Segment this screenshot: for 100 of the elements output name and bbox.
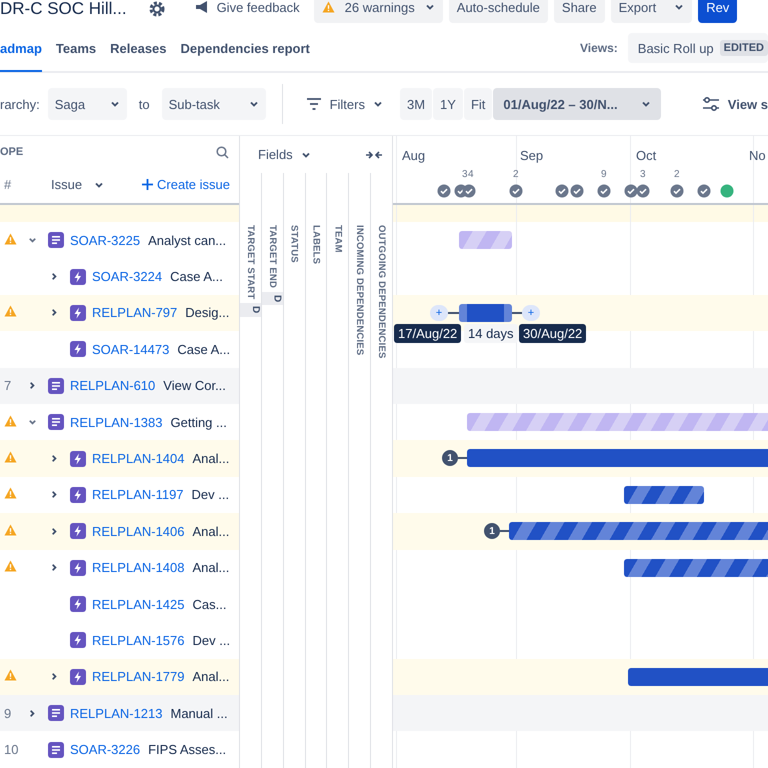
release-marker-icon[interactable] [624, 184, 638, 198]
issue-column-header[interactable]: Issue [51, 168, 104, 200]
chevron-icon [424, 2, 435, 12]
issue-summary: Getting ... [170, 414, 227, 430]
column-header[interactable]: LABELS [310, 225, 322, 264]
issue-summary: Anal... [192, 560, 230, 576]
primary-button[interactable]: Rev [698, 0, 738, 23]
column-header[interactable]: INCOMING DEPENDENCIES [354, 225, 366, 356]
feedback-button[interactable]: Give feedback [186, 0, 308, 23]
dependency-count[interactable]: 1 [442, 450, 458, 466]
hierarchy-from-select[interactable]: Saga [48, 88, 127, 120]
to-label: to [138, 96, 150, 112]
issue-key-link[interactable]: RELPLAN-610 [70, 378, 156, 394]
issue-key-link[interactable]: RELPLAN-1197 [92, 487, 184, 502]
range-option[interactable]: 1Y [433, 88, 463, 120]
view-selector[interactable]: Basic Roll up EDITED [628, 33, 768, 63]
chevron-icon [28, 236, 37, 245]
schedule-bar[interactable] [624, 558, 768, 577]
menu-button[interactable]: Export [610, 0, 692, 23]
release-marker-icon[interactable] [720, 184, 734, 198]
filters-button[interactable]: Filters [298, 88, 390, 120]
chevron-icon [50, 454, 59, 464]
toolbar-button[interactable]: Auto-schedule [448, 0, 548, 23]
column-header[interactable]: STATUS [288, 225, 300, 263]
add-dependency-button[interactable]: + [522, 304, 540, 321]
view-settings-button[interactable]: View s [694, 88, 768, 120]
issue-row[interactable]: 9 RELPLAN-1213 Manual ... [0, 695, 239, 732]
issue-key-link[interactable]: RELPLAN-1406 [92, 524, 184, 539]
release-marker-icon[interactable] [636, 184, 650, 198]
issue-key-link[interactable]: RELPLAN-1404 [92, 451, 184, 466]
dependency-count[interactable]: 1 [484, 523, 500, 540]
release-marker-icon[interactable] [555, 184, 569, 198]
schedule-bar[interactable] [628, 668, 768, 686]
hierarchy-label: rarchy: [0, 96, 40, 112]
issue-row[interactable]: RELPLAN-797 Desig... [0, 294, 239, 332]
issue-key-link[interactable]: RELPLAN-1383 [70, 414, 162, 430]
month-label: Oct [636, 148, 656, 163]
issue-summary: Cas... [192, 596, 226, 612]
schedule-bar[interactable] [459, 304, 512, 322]
range-option[interactable]: Fit [464, 88, 492, 120]
release-marker-icon[interactable] [597, 184, 611, 198]
schedule-bar[interactable] [467, 449, 768, 468]
month-label: Sep [520, 148, 544, 163]
add-dependency-button[interactable]: + [430, 304, 448, 321]
schedule-bar[interactable] [509, 522, 768, 540]
issue-summary: Dev ... [192, 487, 230, 502]
release-marker-icon[interactable] [462, 184, 476, 198]
chevron-icon [50, 672, 59, 682]
issue-key-link[interactable]: SOAR-3224 [92, 269, 162, 284]
column-header[interactable]: TARGET START [244, 225, 256, 300]
chevron-icon [641, 99, 652, 109]
release-marker-icon[interactable] [670, 184, 684, 198]
issue-row[interactable]: 7 RELPLAN-610 View Cor... [0, 368, 239, 404]
issue-key-link[interactable]: RELPLAN-1408 [92, 560, 184, 576]
hierarchy-to-select[interactable]: Sub-task [162, 88, 266, 120]
issue-key-link[interactable]: SOAR-14473 [92, 342, 170, 357]
column-header[interactable]: OUTGOING DEPENDENCIES [376, 225, 388, 359]
tab[interactable]: Teams [56, 26, 96, 72]
issue-key-link[interactable]: RELPLAN-1779 [92, 669, 184, 684]
warnings-button[interactable]: 26 warnings [314, 0, 443, 23]
schedule-bar[interactable] [624, 486, 704, 504]
issue-row[interactable]: RELPLAN-1779 Anal... [0, 658, 239, 696]
release-count: 2 [674, 169, 680, 180]
column-header[interactable]: TEAM [332, 225, 344, 253]
issue-key-link[interactable]: SOAR-3225 [70, 232, 140, 248]
issue-key-link[interactable]: RELPLAN-1425 [92, 596, 184, 612]
tab[interactable]: admap [0, 26, 42, 72]
range-option[interactable]: 3M [400, 88, 432, 120]
search-icon[interactable] [216, 146, 229, 158]
collapse-icon[interactable] [366, 150, 382, 160]
release-marker-icon[interactable] [509, 184, 523, 198]
issue-summary: Anal... [192, 524, 230, 539]
fields-menu[interactable]: Fields [258, 138, 311, 170]
issue-summary: FIPS Asses... [148, 742, 226, 758]
release-marker-icon[interactable] [570, 184, 584, 198]
issue-summary: Dev ... [192, 632, 230, 648]
chevron-icon [50, 490, 59, 500]
release-count: 3 [640, 169, 646, 180]
settings-icon[interactable] [146, 0, 167, 19]
release-marker-icon[interactable] [697, 184, 711, 198]
tab[interactable]: Dependencies report [180, 26, 310, 72]
column-header[interactable]: TARGET END [266, 225, 278, 288]
tab[interactable]: Releases [110, 26, 167, 72]
issue-row[interactable]: RELPLAN-1404 Anal... [0, 440, 239, 477]
range-option[interactable]: 01/Aug/22 – 30/N... [493, 88, 662, 120]
issue-row[interactable]: RELPLAN-1406 Anal... [0, 513, 239, 550]
plus-icon [142, 179, 154, 190]
views-label: Views: [580, 41, 618, 55]
release-marker-icon[interactable] [437, 184, 451, 198]
sort-indicator: D [262, 292, 283, 306]
scope-heading: OPE [0, 146, 24, 158]
issue-key-link[interactable]: SOAR-3226 [70, 742, 140, 758]
chevron-icon [372, 99, 383, 109]
create-issue-button[interactable]: Create issue [142, 177, 230, 192]
chevron-icon [674, 2, 684, 12]
issue-key-link[interactable]: RELPLAN-1576 [92, 632, 184, 648]
issue-key-link[interactable]: RELPLAN-797 [92, 305, 178, 320]
issue-key-link[interactable]: RELPLAN-1213 [70, 706, 162, 721]
toolbar-button[interactable]: Share [554, 0, 605, 23]
release-count: 2 [513, 169, 519, 180]
